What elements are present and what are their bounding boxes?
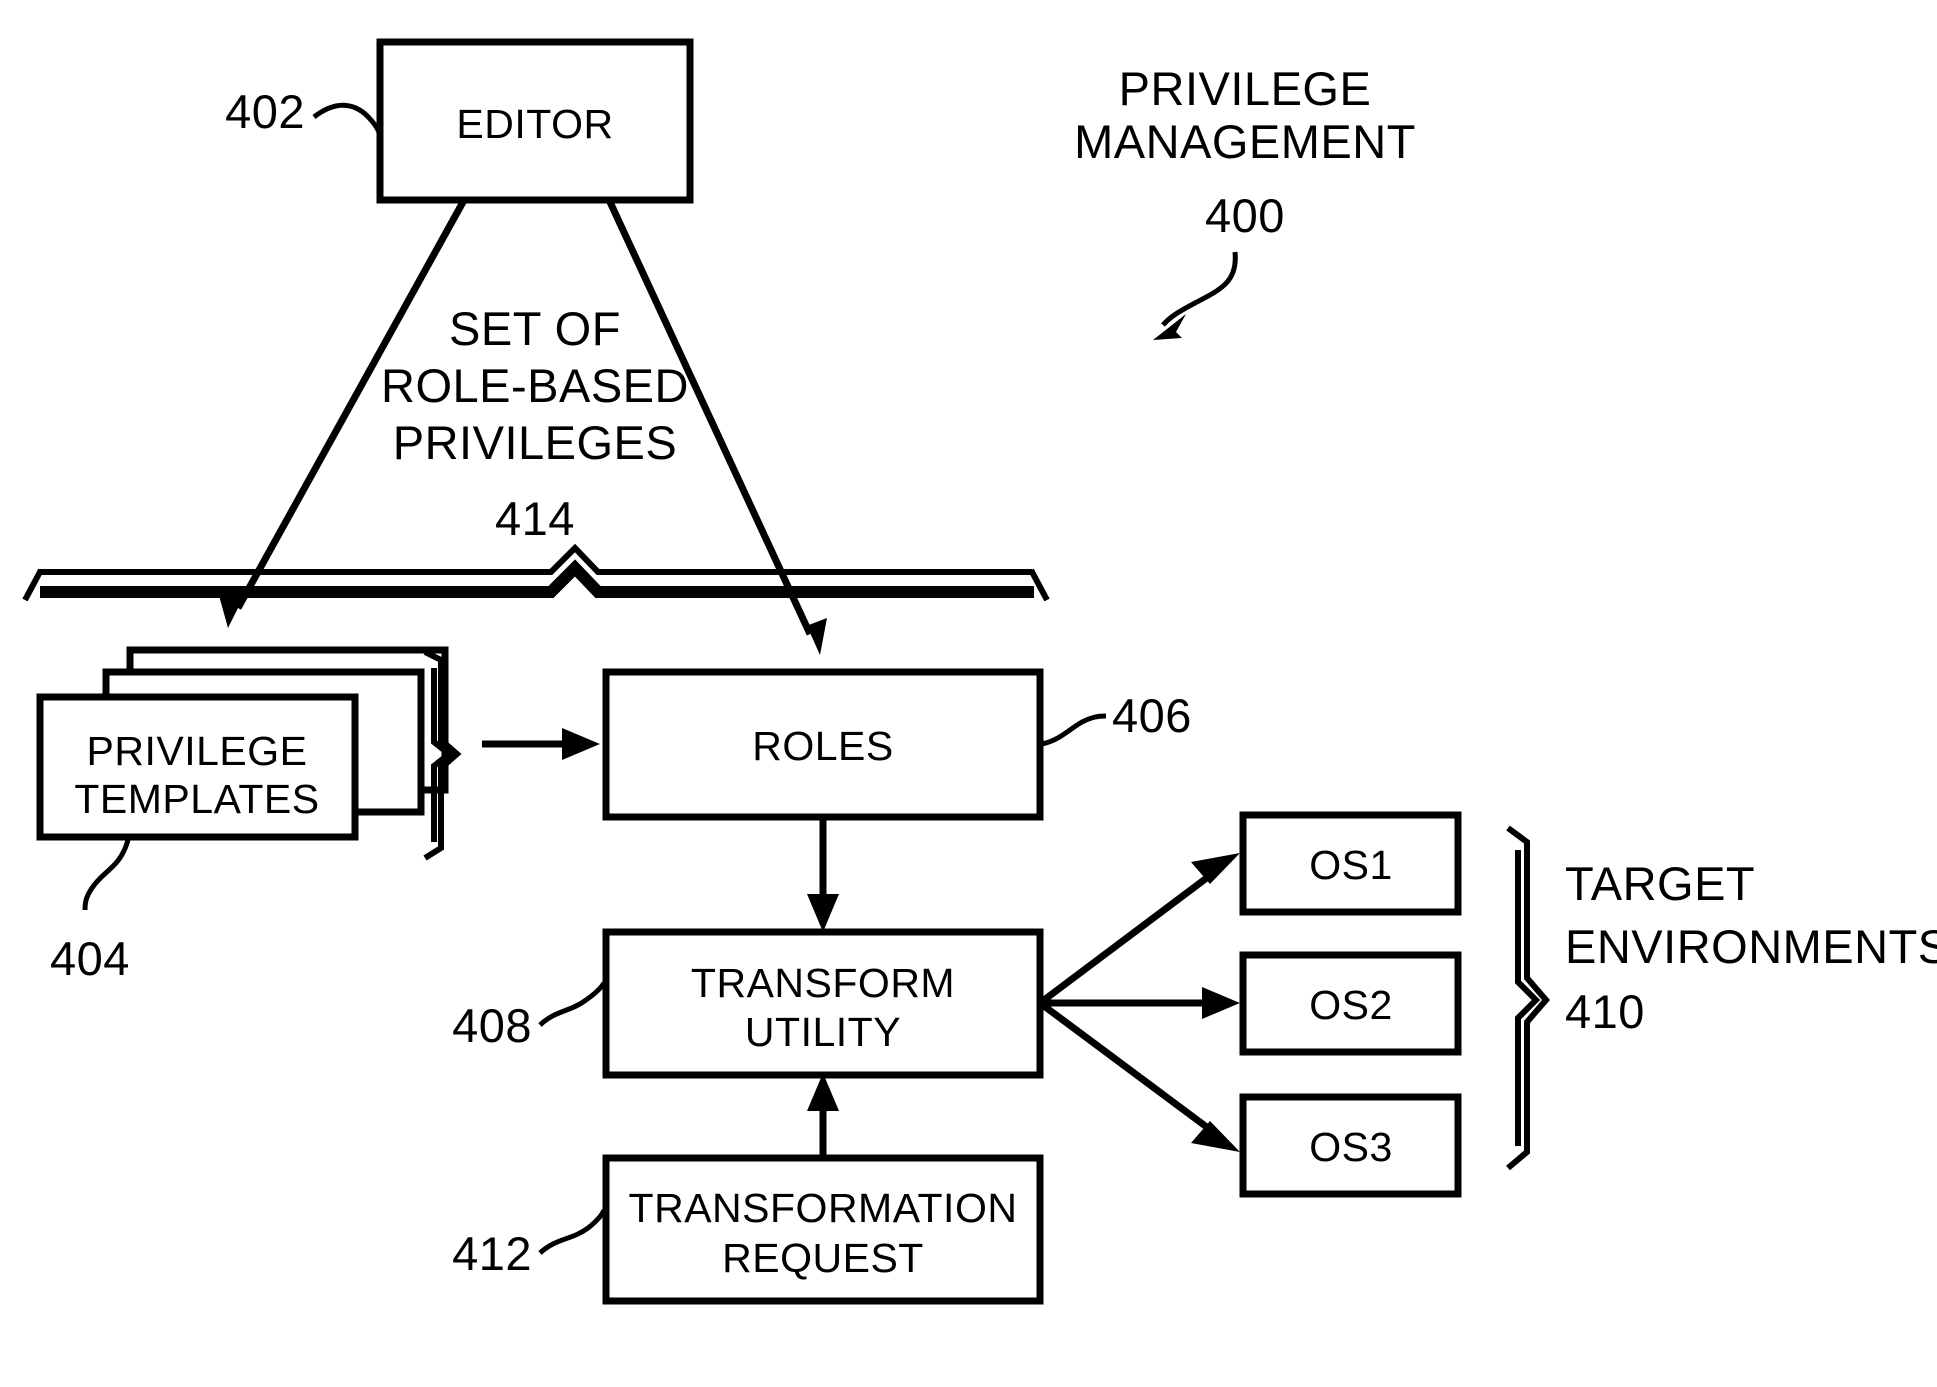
node-privilege-templates: PRIVILEGE TEMPLATES xyxy=(36,646,449,841)
transform-to-os-arrows xyxy=(1037,853,1240,1152)
transform-utility-label-line-1: TRANSFORM xyxy=(691,960,955,1006)
ref-410-label: 410 xyxy=(1565,985,1645,1038)
transform-to-os2-arrowhead xyxy=(1202,987,1240,1019)
ref-402: 402 xyxy=(225,85,383,141)
transform-to-os3-arrowhead xyxy=(1191,1121,1240,1152)
os3-label: OS3 xyxy=(1309,1124,1393,1170)
transformation-request-label-line-2: REQUEST xyxy=(722,1235,924,1281)
roles-to-transform-arrow xyxy=(807,819,839,932)
transform-to-os1-arrowhead xyxy=(1191,853,1240,884)
target-environments-brace-outer xyxy=(1506,825,1550,1171)
annotation-set-of-role-based-privileges: SET OF ROLE-BASED PRIVILEGES 414 xyxy=(381,302,689,545)
target-environments-line-2: ENVIRONMENTS xyxy=(1565,920,1937,973)
ref-406-label: 406 xyxy=(1112,689,1192,742)
privilege-templates-label-line-1: PRIVILEGE xyxy=(87,728,308,774)
templates-to-roles-arrow xyxy=(482,728,600,760)
ref-404: 404 xyxy=(50,839,131,985)
title-line-2: MANAGEMENT xyxy=(1074,115,1416,168)
node-os2: OS2 xyxy=(1239,951,1462,1056)
node-os1: OS1 xyxy=(1239,811,1462,916)
transformation-request-label-line-1: TRANSFORMATION xyxy=(629,1185,1018,1231)
privilege-management-diagram: EDITOR 402 PRIVILEGE MANAGEMENT 400 SET … xyxy=(22,38,1937,1305)
ref-408-leader xyxy=(538,981,607,1027)
set-of-privileges-line-2: ROLE-BASED xyxy=(381,359,689,412)
ref-402-leader xyxy=(312,102,383,141)
node-roles: ROLES xyxy=(602,668,1044,821)
node-os3: OS3 xyxy=(1239,1093,1462,1198)
node-transformation-request: TRANSFORMATION REQUEST xyxy=(602,1154,1044,1305)
privileges-bus-bar xyxy=(22,543,1050,602)
roles-label: ROLES xyxy=(752,723,894,769)
node-transform-utility: TRANSFORM UTILITY xyxy=(602,928,1044,1079)
templates-to-roles-arrowhead xyxy=(562,728,600,760)
privilege-templates-label-line-2: TEMPLATES xyxy=(74,776,319,822)
os2-label: OS2 xyxy=(1309,982,1393,1028)
title-privilege-management: PRIVILEGE MANAGEMENT 400 xyxy=(1074,62,1416,340)
ref-408: 408 xyxy=(452,981,607,1052)
node-editor: EDITOR xyxy=(376,38,694,204)
ref-408-label: 408 xyxy=(452,999,532,1052)
title-ref-400: 400 xyxy=(1205,189,1285,242)
target-environments-brace xyxy=(1506,825,1550,1171)
ref-412-leader xyxy=(538,1208,607,1255)
ref-404-label: 404 xyxy=(50,932,130,985)
annotation-target-environments: TARGET ENVIRONMENTS 410 xyxy=(1565,857,1937,1038)
set-of-privileges-line-1: SET OF xyxy=(449,302,621,355)
bus-left-cap xyxy=(22,568,44,602)
transform-utility-label-line-2: UTILITY xyxy=(745,1009,901,1055)
title-line-1: PRIVILEGE xyxy=(1119,62,1372,115)
ref-412-label: 412 xyxy=(452,1227,532,1280)
bus-upper-rail xyxy=(38,543,1032,575)
ref-406: 406 xyxy=(1041,689,1192,747)
target-environments-line-1: TARGET xyxy=(1565,857,1755,910)
patent-figure: EDITOR 402 PRIVILEGE MANAGEMENT 400 SET … xyxy=(0,0,1937,1387)
os1-label: OS1 xyxy=(1309,842,1393,888)
set-of-privileges-line-3: PRIVILEGES xyxy=(393,416,678,469)
title-arrow-curve xyxy=(1161,251,1238,327)
roles-to-transform-arrowhead xyxy=(807,894,839,932)
request-to-transform-arrow xyxy=(807,1073,839,1158)
editor-label: EDITOR xyxy=(456,101,613,147)
request-to-transform-arrowhead xyxy=(807,1073,839,1111)
ref-402-label: 402 xyxy=(225,85,305,138)
ref-412: 412 xyxy=(452,1208,607,1280)
ref-404-leader xyxy=(82,839,131,911)
transform-to-os1-line xyxy=(1037,871,1215,1006)
ref-406-leader xyxy=(1041,713,1107,747)
transform-to-os3-line xyxy=(1037,1000,1215,1134)
ref-414-label: 414 xyxy=(495,492,575,545)
